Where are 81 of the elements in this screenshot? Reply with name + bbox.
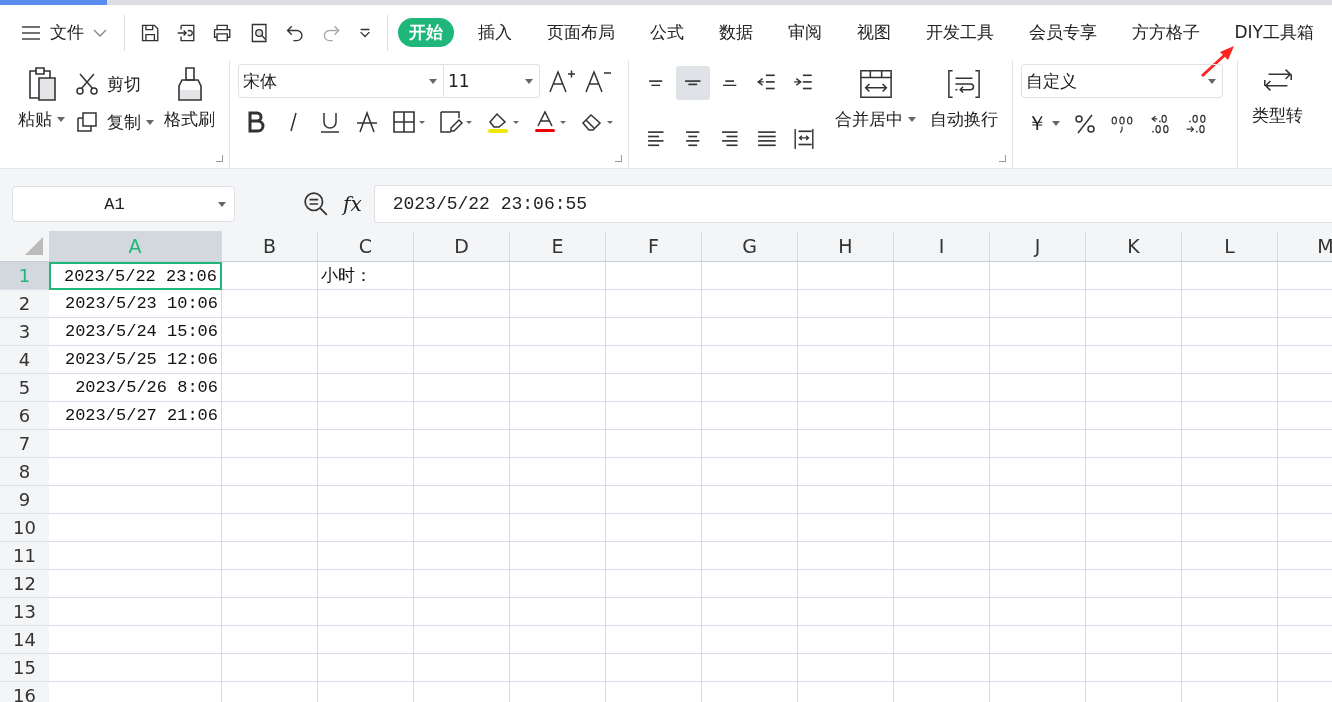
currency-button[interactable]: ￥: [1027, 110, 1060, 137]
row-header[interactable]: 9: [0, 486, 49, 514]
alignment-icon: [684, 80, 702, 86]
ribbon-tab[interactable]: 页面布局: [535, 18, 626, 47]
column-header[interactable]: L: [1182, 231, 1278, 261]
ribbon-tab[interactable]: 插入: [466, 18, 523, 47]
row-header[interactable]: 5: [0, 374, 49, 402]
table-cell: 2023/5/25 12:06: [49, 346, 222, 374]
font-name-field[interactable]: 宋体: [238, 64, 444, 98]
decrease-font-icon[interactable]: [584, 68, 612, 94]
row-header[interactable]: 12: [0, 570, 49, 598]
ribbon-tab[interactable]: 视图: [845, 18, 902, 47]
merge-center-button[interactable]: 合并居中: [835, 108, 916, 131]
ribbon-tab[interactable]: 公式: [638, 18, 695, 47]
file-menu[interactable]: 文件: [20, 21, 114, 44]
row-header[interactable]: 4: [0, 346, 49, 374]
borders-icon[interactable]: [392, 110, 426, 134]
column-header[interactable]: G: [702, 231, 798, 261]
row-header[interactable]: 2: [0, 290, 49, 318]
ribbon-tab[interactable]: 数据: [707, 18, 764, 47]
alignment-icon: [721, 131, 739, 147]
table-cell: 2023/5/26 8:06: [49, 374, 222, 402]
function-label[interactable]: fx: [343, 192, 362, 216]
number-format-field[interactable]: 自定义: [1021, 64, 1223, 98]
copy-icon: [75, 110, 99, 134]
column-header[interactable]: M: [1278, 231, 1332, 261]
ribbon-tab[interactable]: 方方格子: [1120, 18, 1211, 47]
chevron-down-icon: [92, 27, 108, 38]
cell-style-icon[interactable]: [439, 110, 473, 134]
column-header[interactable]: C: [318, 231, 414, 261]
column-header[interactable]: I: [894, 231, 990, 261]
table-cell: 2023/5/22 23:06: [49, 262, 222, 290]
underline-icon[interactable]: [318, 110, 342, 134]
column-header[interactable]: F: [606, 231, 702, 261]
row-header[interactable]: 6: [0, 402, 49, 430]
column-header[interactable]: E: [510, 231, 606, 261]
font-size-field[interactable]: 11: [444, 64, 540, 98]
increase-font-icon[interactable]: [548, 68, 576, 94]
fill-color-icon[interactable]: [486, 110, 520, 134]
row-header[interactable]: 8: [0, 458, 49, 486]
table-cell: 小时：: [318, 262, 414, 290]
alignment-icon: [793, 128, 815, 150]
wrap-text-button[interactable]: 自动换行: [930, 108, 998, 131]
ribbon-tab[interactable]: DIY工具箱: [1223, 18, 1325, 47]
column-header[interactable]: H: [798, 231, 894, 261]
row-header[interactable]: 7: [0, 430, 49, 458]
menu-icon: [20, 24, 42, 41]
alignment-icon: [648, 79, 664, 87]
annotation-arrow: [1200, 44, 1236, 78]
row-header[interactable]: 3: [0, 318, 49, 346]
table-cell: 2023/5/27 21:06: [49, 402, 222, 430]
row-header[interactable]: 14: [0, 626, 49, 654]
row-header[interactable]: 11: [0, 542, 49, 570]
table-cell: 2023/5/24 15:06: [49, 318, 222, 346]
font-color-icon[interactable]: [533, 110, 567, 134]
zoom-icon[interactable]: [303, 191, 329, 217]
row-header[interactable]: 10: [0, 514, 49, 542]
alignment-icon: [757, 131, 777, 147]
alignment-icon: [685, 131, 701, 147]
column-header[interactable]: D: [414, 231, 510, 261]
format-painter-button[interactable]: 格式刷: [164, 108, 215, 131]
scissors-icon: [75, 72, 99, 96]
strikethrough-icon[interactable]: [355, 110, 379, 134]
cut-button[interactable]: 剪切: [107, 72, 141, 96]
row-header[interactable]: 15: [0, 654, 49, 682]
paste-button[interactable]: 粘贴: [18, 108, 65, 131]
column-header[interactable]: K: [1086, 231, 1182, 261]
row-header[interactable]: 16: [0, 682, 49, 702]
copy-button[interactable]: 复制: [107, 110, 154, 134]
alignment-icon: [647, 131, 665, 147]
row-header[interactable]: 13: [0, 598, 49, 626]
table-cell: 2023/5/23 10:06: [49, 290, 222, 318]
ribbon-tab[interactable]: 开发工具: [914, 18, 1005, 47]
ribbon-tab[interactable]: 会员专享: [1017, 18, 1108, 47]
formula-field[interactable]: 2023/5/22 23:06:55: [373, 185, 1332, 223]
name-box[interactable]: A1: [12, 186, 235, 222]
column-header[interactable]: B: [222, 231, 318, 261]
column-header[interactable]: J: [990, 231, 1086, 261]
type-convert-button[interactable]: 类型转: [1252, 104, 1303, 127]
ribbon-tab[interactable]: 审阅: [776, 18, 833, 47]
alignment-icon: [722, 79, 738, 87]
